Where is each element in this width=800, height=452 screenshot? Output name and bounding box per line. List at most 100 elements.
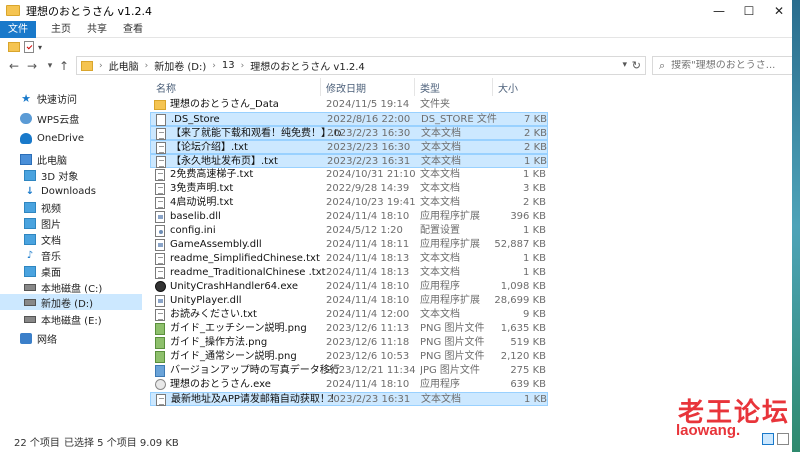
nav-drive-d[interactable]: 新加卷 (D:)	[0, 294, 142, 310]
file-row[interactable]: GameAssembly.dll 2024/11/4 18:11 应用程序扩展 52,…	[150, 238, 548, 252]
close-button[interactable]: ✕	[764, 0, 794, 21]
file-date: 2024/11/4 18:10	[326, 379, 410, 390]
breadcrumb-drive-d[interactable]: 新加卷 (D:)	[154, 58, 206, 73]
drive-icon	[24, 298, 36, 306]
breadcrumb-13[interactable]: 13	[222, 60, 235, 71]
file-size: 275 KB	[510, 365, 546, 376]
file-size: 9 KB	[523, 309, 546, 320]
file-row[interactable]: 4启动说明.txt 2024/10/23 19:41 文本文档 2 KB	[150, 196, 548, 210]
file-row[interactable]: baselib.dll 2024/11/4 18:10 应用程序扩展 396 KB	[150, 210, 548, 224]
file-row[interactable]: ガイド_操作方法.png 2023/12/6 11:18 PNG 图片文件 519 K…	[150, 336, 548, 350]
file-row[interactable]: ガイド_エッチシーン説明.png 2023/12/6 11:13 PNG 图片文件 1…	[150, 322, 548, 336]
downloads-icon: ↓	[25, 185, 35, 197]
file-row[interactable]: readme_SimplifiedChinese.txt 2024/11/4 18…	[150, 252, 548, 266]
nav-drive-e[interactable]: 本地磁盘 (E:)	[0, 311, 142, 327]
file-size: 1,098 KB	[500, 281, 546, 292]
file-row[interactable]: config.ini 2024/5/12 1:20 配置设置 1 KB	[150, 224, 548, 238]
file-date: 2024/5/12 1:20	[326, 225, 403, 236]
unity-file-icon	[155, 281, 166, 292]
nav-documents[interactable]: 文档	[0, 231, 142, 247]
file-row[interactable]: UnityCrashHandler64.exe 2024/11/4 18:10 应用…	[150, 280, 548, 294]
txt-file-icon	[156, 142, 166, 154]
file-date: 2024/11/4 18:10	[326, 281, 410, 292]
file-date: 2023/2/23 16:31	[327, 156, 411, 167]
column-size[interactable]: 大小	[498, 80, 518, 95]
nav-music[interactable]: ♪ 音乐	[0, 247, 142, 263]
file-row[interactable]: 理想のおとうさん.exe 2024/11/4 18:10 应用程序 639 KB	[150, 378, 548, 392]
drive-icon	[24, 283, 36, 291]
breadcrumb-current-folder[interactable]: 理想のおとうさん v1.2.4	[250, 58, 365, 73]
file-row[interactable]: 【永久地址发布页】.txt 2023/2/23 16:31 文本文档 1 KB	[150, 154, 548, 168]
minimize-button[interactable]: —	[704, 0, 734, 21]
file-row[interactable]: UnityPlayer.dll 2024/11/4 18:10 应用程序扩展 28,6…	[150, 294, 548, 308]
nav-wps-cloud[interactable]: WPS云盘	[0, 110, 142, 126]
file-name: ガイド_操作方法.png	[170, 337, 268, 348]
file-date: 2024/11/4 18:10	[326, 295, 410, 306]
nav-pictures[interactable]: 图片	[0, 215, 142, 231]
file-size: 2 KB	[523, 197, 546, 208]
breadcrumb-this-pc[interactable]: 此电脑	[109, 58, 139, 73]
txt-file-icon	[156, 394, 166, 406]
back-button[interactable]: ←	[6, 58, 22, 74]
file-row[interactable]: ガイド_通常シーン説明.png 2023/12/6 10:53 PNG 图片文件 2,…	[150, 350, 548, 364]
column-divider[interactable]	[414, 78, 415, 96]
file-row[interactable]: バージョンアップ時の写真データ移行方...2023/12/21 11:34JPG…	[150, 364, 548, 378]
nav-network[interactable]: 网络	[0, 330, 142, 346]
details-view-button[interactable]	[762, 433, 774, 445]
png-file-icon	[155, 337, 165, 349]
nav-quick-access[interactable]: ★ 快速访问	[0, 90, 142, 106]
file-row[interactable]: 【来了就能下载和观看！纯免费！】.txt 2023/2/23 16:30 文本文档 2…	[150, 126, 548, 140]
search-input[interactable]	[671, 60, 782, 71]
selection-info: 已选择 5 个项目 9.09 KB	[64, 438, 179, 449]
onedrive-icon	[20, 132, 32, 144]
file-row[interactable]: 【论坛介绍】.txt 2023/2/23 16:30 文本文档 2 KB	[150, 140, 548, 154]
tab-share[interactable]: 共享	[80, 21, 114, 38]
large-icons-view-button[interactable]	[777, 433, 789, 445]
nav-this-pc[interactable]: 此电脑	[0, 151, 142, 167]
column-date[interactable]: 修改日期	[326, 80, 366, 95]
up-button[interactable]: ↑	[56, 58, 72, 74]
chevron-down-icon[interactable]: ▾	[38, 43, 42, 52]
column-name[interactable]: 名称	[156, 80, 176, 95]
nav-desktop[interactable]: 桌面	[0, 263, 142, 279]
folder-icon[interactable]	[8, 42, 20, 52]
folder-icon	[6, 5, 20, 16]
nav-label: 网络	[37, 334, 57, 346]
file-row[interactable]: お読みください.txt 2024/11/4 12:00 文本文档 9 KB	[150, 308, 548, 322]
desktop-background-strip	[792, 0, 800, 452]
file-name: 【来了就能下载和观看！纯免费！】.txt	[171, 128, 341, 139]
file-row[interactable]: .DS_Store 2022/8/16 22:00 DS_STORE 文件 7 KB	[150, 112, 548, 126]
nav-label: 图片	[41, 219, 61, 231]
file-date: 2022/9/28 14:39	[326, 183, 410, 194]
tab-view[interactable]: 查看	[116, 21, 150, 38]
maximize-button[interactable]: ☐	[734, 0, 764, 21]
search-box[interactable]: ⌕	[652, 56, 800, 75]
refresh-icon[interactable]: ↻	[632, 59, 641, 72]
file-size: 1 KB	[524, 394, 547, 405]
file-row[interactable]: 理想のおとうさん_Data 2024/11/5 19:14 文件夹	[150, 98, 548, 112]
file-name: 理想のおとうさん.exe	[170, 379, 271, 390]
file-type: 文件夹	[420, 99, 450, 110]
nav-label: OneDrive	[37, 132, 85, 144]
chevron-down-icon[interactable]: ▾	[622, 60, 627, 70]
file-row[interactable]: 2免费高速梯子.txt 2024/10/31 21:10 文本文档 1 KB	[150, 168, 548, 182]
file-size: 3 KB	[523, 183, 546, 194]
navigation-pane: ★ 快速访问 WPS云盘 OneDrive 此电脑 3D 对象 ↓ Downlo…	[0, 78, 148, 428]
nav-videos[interactable]: 视频	[0, 199, 142, 215]
column-divider[interactable]	[320, 78, 321, 96]
nav-drive-c[interactable]: 本地磁盘 (C:)	[0, 279, 142, 295]
properties-icon[interactable]	[24, 41, 34, 53]
file-row[interactable]: 3免责声明.txt 2022/9/28 14:39 文本文档 3 KB	[150, 182, 548, 196]
nav-downloads[interactable]: ↓ Downloads	[0, 183, 142, 199]
column-divider[interactable]	[492, 78, 493, 96]
file-row[interactable]: 最新地址及APP请发邮箱自动获取！！！....2023/2/23 16:31文本…	[150, 392, 548, 406]
nav-3d-objects[interactable]: 3D 对象	[0, 167, 142, 183]
column-type[interactable]: 类型	[420, 80, 440, 95]
file-row[interactable]: readme_TraditionalChinese .txt 2024/11/4 …	[150, 266, 548, 280]
forward-button[interactable]: →	[24, 58, 40, 74]
address-bar[interactable]: › 此电脑 › 新加卷 (D:) › 13 › 理想のおとうさん v1.2.4 …	[76, 56, 646, 75]
tab-file[interactable]: 文件	[0, 21, 36, 38]
nav-onedrive[interactable]: OneDrive	[0, 130, 142, 146]
tab-home[interactable]: 主页	[44, 21, 78, 38]
nav-label: 3D 对象	[41, 171, 79, 183]
